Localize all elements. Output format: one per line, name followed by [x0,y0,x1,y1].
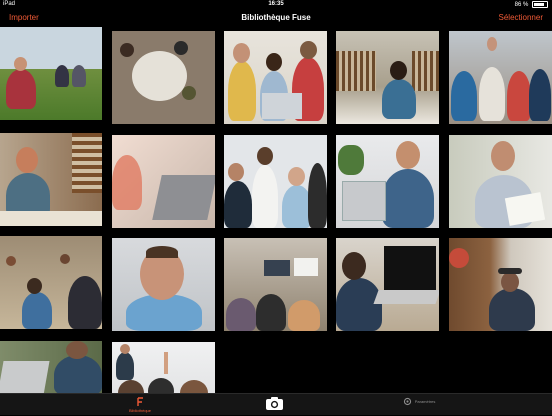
battery-indicator: 86 % [515,1,548,8]
battery-icon [532,1,548,8]
fuse-logo-icon [136,397,143,406]
camera-icon [266,397,283,410]
tab-bar: Bibliothèque Paramètres [0,393,552,415]
photo-grid [0,27,552,393]
photo-tile[interactable] [112,342,215,393]
photo-tile[interactable] [112,238,215,331]
clock: 16:35 [268,1,284,7]
photo-tile[interactable] [112,31,215,124]
photo-tile[interactable] [224,135,327,228]
photo-tile[interactable] [0,341,102,393]
tab-library[interactable]: Bibliothèque [120,397,160,413]
battery-percent: 86 % [514,2,529,9]
photo-tile[interactable] [224,238,327,331]
photo-tile[interactable] [336,238,439,331]
tab-settings-label: Paramètres [414,399,436,404]
status-bar: iPad 16:35 86 % [0,0,552,10]
navigation-bar: Importer Bibliothèque Fuse Sélectionner [0,10,552,26]
photo-tile[interactable] [336,135,439,228]
photo-tile[interactable] [449,238,552,331]
gear-icon [403,397,411,406]
photo-tile[interactable] [336,31,439,124]
photo-tile[interactable] [0,133,102,226]
photo-tile[interactable] [449,135,552,228]
photo-tile[interactable] [0,27,102,120]
tab-settings[interactable]: Paramètres [398,397,440,406]
camera-button[interactable] [265,396,284,411]
photo-tile[interactable] [0,236,102,329]
page-title: Bibliothèque Fuse [241,13,311,22]
photo-tile[interactable] [112,135,215,228]
photo-tile[interactable] [224,31,327,124]
tab-library-label: Bibliothèque [128,408,152,413]
photo-tile[interactable] [449,31,552,124]
select-button[interactable]: Sélectionner [499,13,543,22]
